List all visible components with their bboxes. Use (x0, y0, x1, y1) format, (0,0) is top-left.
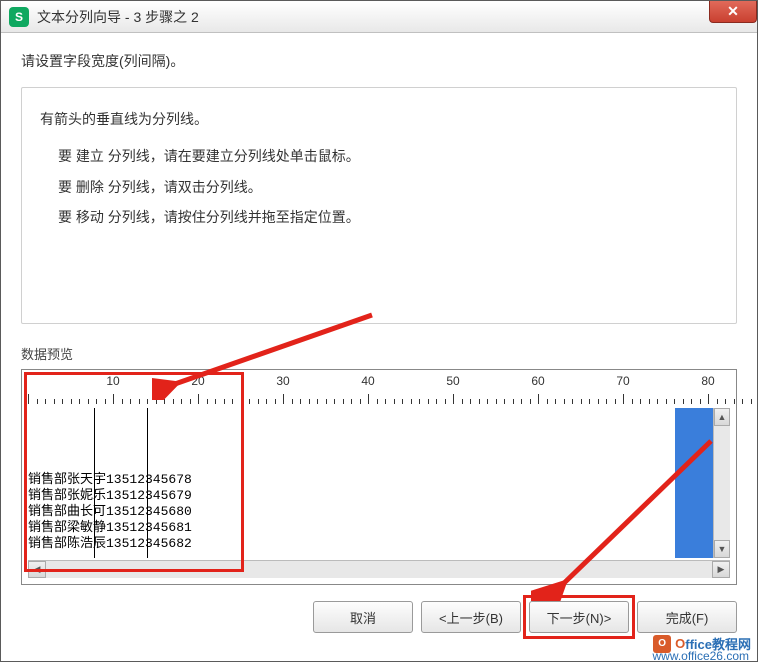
preview-label: 数据预览 (21, 344, 737, 363)
ruler-mark: 20 (191, 374, 204, 388)
ruler-mark: 70 (616, 374, 629, 388)
cancel-button[interactable]: 取消 (313, 601, 413, 633)
column-divider[interactable] (94, 408, 95, 558)
prev-button[interactable]: <上一步(B) (421, 601, 521, 633)
preview-panel: 10 20 30 40 50 60 70 80 销售部张天宇13512345678销售部张妮乐… (21, 369, 737, 585)
ruler-mark: 40 (361, 374, 374, 388)
selection-strip (675, 408, 713, 558)
ruler[interactable]: 10 20 30 40 50 60 70 80 (28, 374, 730, 404)
column-divider[interactable] (147, 408, 148, 558)
window-title: 文本分列向导 - 3 步骤之 2 (37, 7, 199, 27)
watermark-brand: ffice教程网 (685, 634, 751, 653)
scroll-up-icon[interactable]: ▲ (714, 408, 730, 426)
title-bar: S 文本分列向导 - 3 步骤之 2 ✕ (1, 1, 757, 33)
scroll-right-icon[interactable]: ▶ (712, 561, 730, 578)
button-row: 取消 <上一步(B) 下一步(N)> 完成(F) (21, 601, 737, 633)
ruler-mark: 30 (276, 374, 289, 388)
scroll-down-icon[interactable]: ▼ (714, 540, 730, 558)
watermark: O Office教程网 (653, 634, 751, 653)
app-icon: S (9, 7, 29, 27)
data-row: 销售部张妮乐13512345679 (28, 488, 675, 504)
ruler-mark: 50 (446, 374, 459, 388)
help-move: 要 移动 分列线，请按住分列线并拖至指定位置。 (40, 202, 718, 233)
help-create: 要 建立 分列线，请在要建立分列线处单击鼠标。 (40, 141, 718, 172)
ruler-mark: 80 (701, 374, 714, 388)
close-button[interactable]: ✕ (709, 1, 757, 23)
ruler-mark: 10 (106, 374, 119, 388)
horizontal-scrollbar[interactable]: ◀ ▶ (28, 560, 730, 578)
data-row: 销售部梁敏静13512345681 (28, 520, 675, 536)
next-button[interactable]: 下一步(N)> (529, 601, 629, 633)
data-row: 销售部张天宇13512345678 (28, 472, 675, 488)
watermark-icon: O (653, 635, 671, 653)
vertical-scrollbar[interactable]: ▲ ▼ (713, 408, 730, 558)
data-preview-area[interactable]: 销售部张天宇13512345678销售部张妮乐13512345679销售部曲长可… (28, 408, 730, 558)
ruler-mark: 60 (531, 374, 544, 388)
help-delete: 要 删除 分列线，请双击分列线。 (40, 172, 718, 203)
scroll-left-icon[interactable]: ◀ (28, 561, 46, 578)
help-panel: 有箭头的垂直线为分列线。 要 建立 分列线，请在要建立分列线处单击鼠标。 要 删… (21, 87, 737, 324)
help-title: 有箭头的垂直线为分列线。 (40, 104, 718, 135)
watermark-brand-o: O (675, 636, 685, 651)
instruction-text: 请设置字段宽度(列间隔)。 (21, 51, 737, 71)
close-icon: ✕ (727, 3, 739, 20)
data-row: 销售部曲长可13512345680 (28, 504, 675, 520)
finish-button[interactable]: 完成(F) (637, 601, 737, 633)
data-row: 销售部陈浩辰13512345682 (28, 536, 675, 552)
